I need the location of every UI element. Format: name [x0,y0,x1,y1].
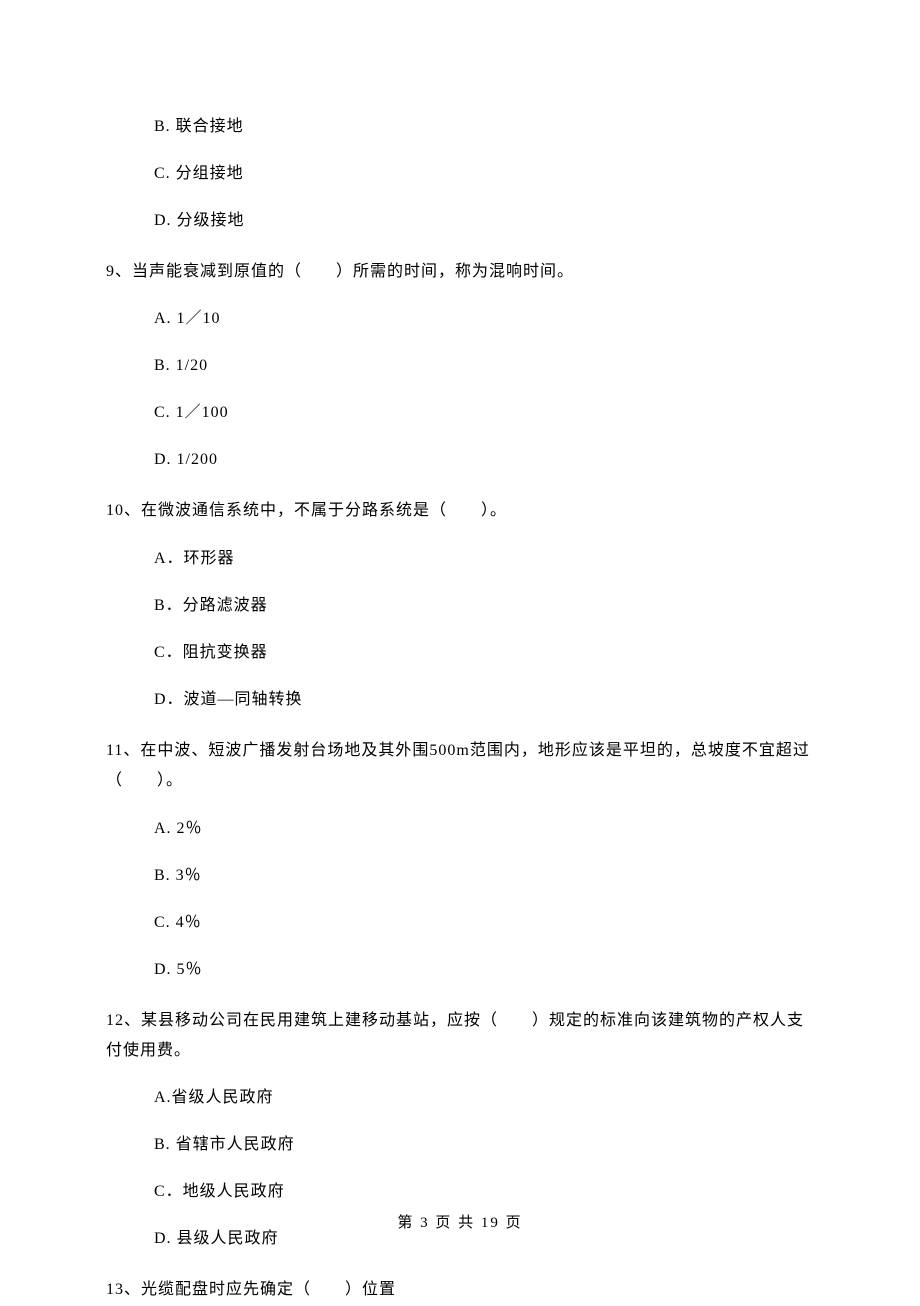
option-10-B: B．分路滤波器 [106,594,814,618]
question-8-partial-options: B. 联合接地 C. 分组接地 D. 分级接地 [106,115,814,233]
page-footer: 第 3 页 共 19 页 [0,1212,920,1235]
option-11-B: B. 3％ [106,864,814,888]
question-11-stem: 11、在中波、短波广播发射台场地及其外围500m范围内，地形应该是平坦的，总坡度… [106,736,814,797]
option-9-B: B. 1/20 [106,354,814,378]
option-9-A: A. 1／10 [106,307,814,331]
option-10-A: A．环形器 [106,547,814,571]
question-9-options: A. 1／10 B. 1/20 C. 1／100 D. 1/200 [106,307,814,472]
option-11-D: D. 5％ [106,958,814,982]
option-12-A: A.省级人民政府 [106,1086,814,1110]
question-13-stem: 13、光缆配盘时应先确定（ ）位置 [106,1275,814,1305]
option-9-C: C. 1／100 [106,401,814,425]
question-9-stem: 9、当声能衰减到原值的（ ）所需的时间，称为混响时间。 [106,257,814,287]
question-11-options: A. 2％ B. 3％ C. 4％ D. 5％ [106,817,814,982]
option-11-C: C. 4％ [106,911,814,935]
option-10-C: C．阻抗变换器 [106,641,814,665]
question-10-options: A．环形器 B．分路滤波器 C．阻抗变换器 D．波道—同轴转换 [106,547,814,712]
option-8-C: C. 分组接地 [106,162,814,186]
option-11-A: A. 2％ [106,817,814,841]
option-8-B: B. 联合接地 [106,115,814,139]
question-10-stem: 10、在微波通信系统中，不属于分路系统是（ ）。 [106,496,814,526]
option-9-D: D. 1/200 [106,448,814,472]
option-12-C: C．地级人民政府 [106,1180,814,1204]
question-12-stem: 12、某县移动公司在民用建筑上建移动基站，应按（ ）规定的标准向该建筑物的产权人… [106,1006,814,1067]
option-10-D: D．波道—同轴转换 [106,688,814,712]
option-12-B: B. 省辖市人民政府 [106,1133,814,1157]
option-8-D: D. 分级接地 [106,209,814,233]
